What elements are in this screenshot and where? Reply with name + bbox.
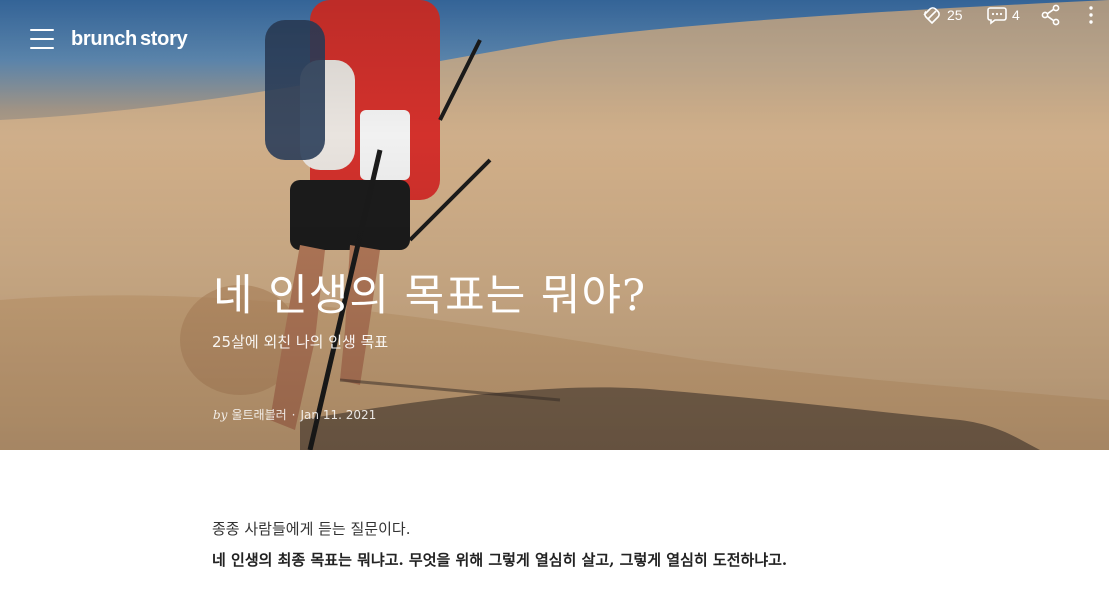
brunch-logo[interactable]: brunch story xyxy=(71,25,188,53)
comment-button[interactable]: 4 xyxy=(986,0,1020,30)
article-title: 네 인생의 목표는 뭐야? xyxy=(213,271,647,321)
paragraph-bold: 네 인생의 최종 목표는 뭐냐고. 무엇을 위해 그렇게 열심히 살고, 그렇게… xyxy=(212,551,788,569)
logo-text-brunch: brunch xyxy=(71,28,137,50)
article-body: 종종 사람들에게 듣는 질문이다. 네 인생의 최종 목표는 뭐냐고. 무엇을 … xyxy=(212,514,992,576)
more-menu-button[interactable] xyxy=(1087,0,1095,30)
like-icon xyxy=(923,7,940,25)
top-bar: brunch story 25 4 xyxy=(0,0,1109,80)
like-count: 25 xyxy=(947,7,963,23)
comment-icon xyxy=(987,7,1007,25)
article-subtitle: 25살에 외친 나의 인생 목표 xyxy=(212,333,389,351)
author-link[interactable]: 울트래블러 xyxy=(231,408,286,422)
cover-image: brunch story 25 4 네 인생의 목표는 뭐야? 25살에 외친 … xyxy=(0,0,1109,450)
share-icon xyxy=(1041,4,1060,26)
share-button[interactable] xyxy=(1041,0,1061,30)
paragraph: 종종 사람들에게 듣는 질문이다. xyxy=(212,520,411,538)
logo-text-story: story xyxy=(139,28,188,50)
publish-date: Jan 11. 2021 xyxy=(300,408,377,422)
like-button[interactable]: 25 xyxy=(921,0,963,30)
byline-separator: · xyxy=(291,408,296,422)
comment-count: 4 xyxy=(1012,7,1020,23)
more-vertical-icon xyxy=(1089,6,1093,24)
hamburger-menu-icon[interactable] xyxy=(30,29,54,50)
byline: by 울트래블러 · Jan 11. 2021 xyxy=(213,406,376,424)
byline-by: by xyxy=(213,408,228,422)
